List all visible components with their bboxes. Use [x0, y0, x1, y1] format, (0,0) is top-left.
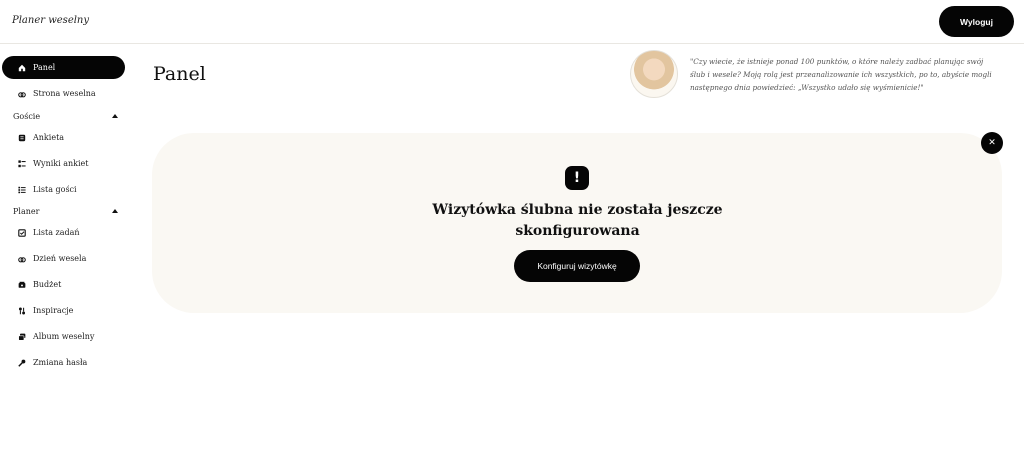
- budget-icon: [18, 281, 26, 289]
- sidebar-item-wyniki-ankiet[interactable]: Wyniki ankiet: [2, 152, 125, 175]
- logout-button[interactable]: Wyloguj: [939, 6, 1014, 37]
- top-bar: Planer weselny Wyloguj: [0, 0, 1024, 44]
- sidebar-item-lista-gosci[interactable]: Lista gości: [2, 178, 125, 201]
- planner-avatar: [630, 50, 678, 98]
- sidebar-item-label: Strona weselna: [33, 89, 96, 98]
- caret-up-icon: [112, 209, 118, 213]
- sidebar-item-label: Panel: [33, 63, 56, 72]
- planner-quote: "Czy wiecie, że istnieje ponad 100 punkt…: [690, 57, 992, 92]
- sidebar-item-strona-weselna[interactable]: Strona weselna: [2, 82, 125, 105]
- sidebar-item-album-weselny[interactable]: Album weselny: [2, 325, 125, 348]
- close-icon[interactable]: ✕: [981, 132, 1003, 154]
- sidebar-item-label: Budżet: [33, 280, 62, 289]
- sidebar-item-inspiracje[interactable]: Inspiracje: [2, 299, 125, 322]
- configure-card-button[interactable]: Konfiguruj wizytówkę: [514, 250, 640, 282]
- sidebar-item-panel[interactable]: Panel: [2, 56, 125, 79]
- sidebar-item-label: Lista gości: [33, 185, 77, 194]
- caret-up-icon: [112, 114, 118, 118]
- key-icon: [18, 359, 26, 367]
- sidebar-group-label: Goście: [13, 111, 41, 121]
- sidebar-item-label: Album weselny: [33, 332, 95, 341]
- sidebar-item-label: Wyniki ankiet: [33, 159, 89, 168]
- page-title: Panel: [153, 63, 206, 85]
- sidebar-item-label: Dzień wesela: [33, 254, 87, 263]
- sidebar-item-lista-zadan[interactable]: Lista zadań: [2, 221, 125, 244]
- sidebar-item-budzet[interactable]: Budżet: [2, 273, 125, 296]
- sidebar-item-zmiana-hasla[interactable]: Zmiana hasła: [2, 351, 125, 374]
- rings-icon: [18, 90, 26, 98]
- tasks-icon: [18, 228, 26, 237]
- app-brand: Planer weselny: [12, 15, 90, 26]
- sidebar-group-label: Planer: [13, 206, 40, 216]
- checklist-icon: [18, 159, 26, 168]
- exclamation-icon: !: [565, 166, 589, 190]
- list-icon: [18, 186, 26, 194]
- sidebar-item-label: Inspiracje: [33, 306, 74, 315]
- card-heading: Wizytówka ślubna nie została jeszcze sko…: [432, 202, 723, 239]
- sidebar-group-goscie[interactable]: Goście: [13, 109, 118, 123]
- rings-icon: [18, 255, 26, 263]
- inspiration-icon: [18, 307, 26, 315]
- sidebar: Panel Strona weselna Goście Ankieta Wyni…: [0, 44, 130, 450]
- album-icon: [18, 333, 26, 341]
- home-icon: [18, 64, 26, 72]
- clipboard-icon: [18, 134, 26, 142]
- sidebar-item-dzien-wesela[interactable]: Dzień wesela: [2, 247, 125, 270]
- sidebar-item-label: Zmiana hasła: [33, 358, 88, 367]
- sidebar-item-label: Lista zadań: [33, 228, 80, 237]
- sidebar-item-ankieta[interactable]: Ankieta: [2, 126, 125, 149]
- sidebar-group-planer[interactable]: Planer: [13, 204, 118, 218]
- sidebar-item-label: Ankieta: [33, 133, 65, 142]
